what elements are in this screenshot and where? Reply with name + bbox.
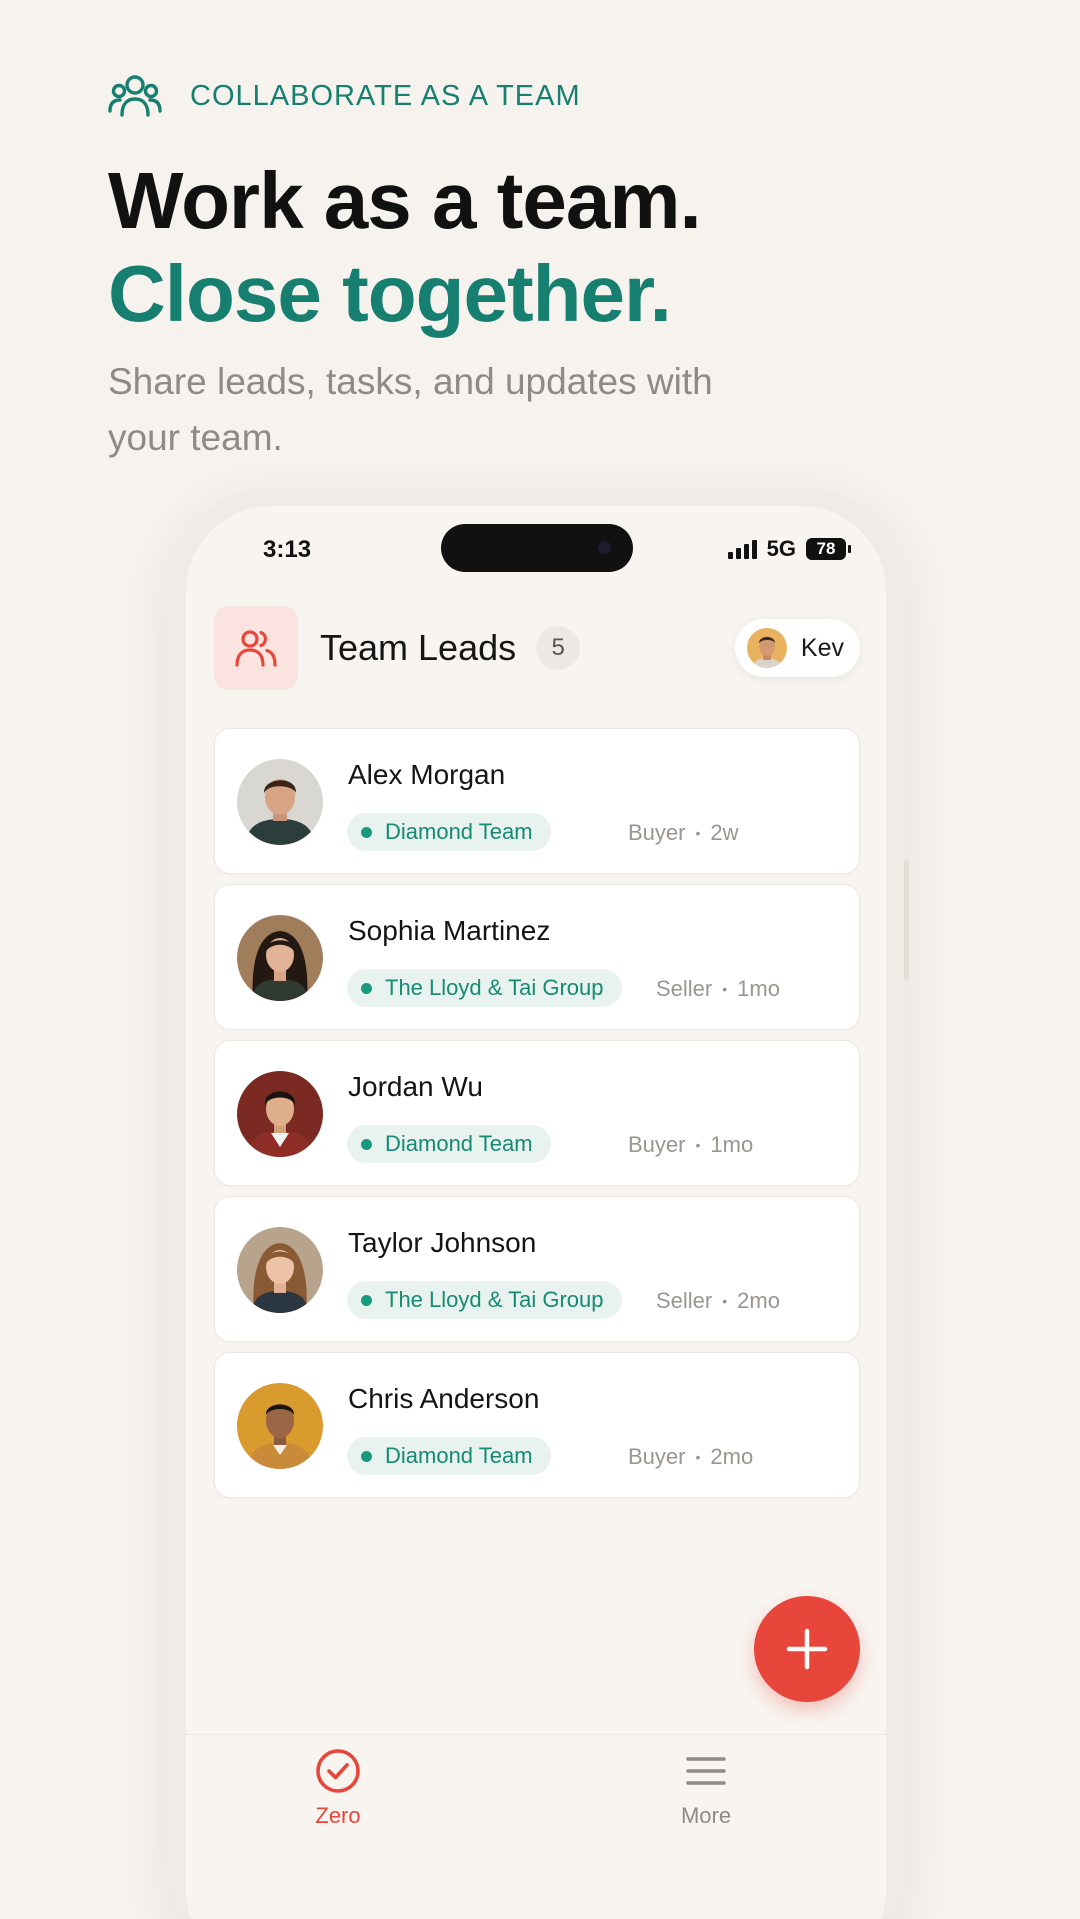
lead-avatar [237, 759, 323, 845]
lead-type: Buyer [628, 1132, 686, 1157]
lead-avatar [237, 1071, 323, 1157]
meta-separator: • [695, 825, 701, 841]
nav-item-zero[interactable]: Zero [258, 1747, 418, 1829]
check-circle-icon [316, 1749, 360, 1793]
battery-level: 78 [816, 539, 836, 558]
lead-name: Sophia Martinez [348, 915, 551, 946]
lead-avatar [237, 1383, 323, 1469]
lead-card[interactable]: Alex Morgan Diamond Team Buyer • 2w [214, 728, 860, 874]
team-dot-icon [361, 1138, 372, 1150]
page-title: Team Leads [320, 627, 517, 668]
status-time: 3:13 [263, 536, 312, 563]
team-badge: The Lloyd & Tai Group [347, 1281, 622, 1319]
app-header: Team Leads 5 Kev [214, 606, 860, 690]
team-badge: Diamond Team [347, 1125, 551, 1163]
lead-age: 1mo [737, 976, 780, 1001]
lead-card[interactable]: Sophia Martinez The Lloyd & Tai Group Se… [214, 884, 860, 1030]
bottom-nav: Zero More [186, 1734, 886, 1919]
team-dot-icon [361, 826, 372, 838]
lead-age: 1mo [710, 1132, 754, 1157]
dynamic-island [441, 524, 633, 572]
headline-line-2: Close together. [108, 249, 672, 338]
eyebrow: COLLABORATE AS A TEAM [108, 70, 1008, 122]
nav-item-more[interactable]: More [626, 1747, 786, 1829]
lead-meta: Buyer • 2w [628, 820, 739, 846]
lead-card[interactable]: Taylor Johnson The Lloyd & Tai Group Sel… [214, 1196, 860, 1342]
phone-screen: 3:13 5G 78 Team Leads 5 Kev Alex Morgan … [186, 506, 886, 1919]
user-name: Kev [800, 633, 844, 662]
nav-label-more: More [680, 1803, 732, 1828]
eyebrow-label: COLLABORATE AS A TEAM [190, 79, 581, 112]
user-switcher[interactable]: Kev [734, 619, 860, 677]
team-name: The Lloyd & Tai Group [385, 1287, 604, 1312]
battery-icon: 78 [806, 538, 851, 560]
meta-separator: • [722, 981, 728, 997]
lead-list: Alex Morgan Diamond Team Buyer • 2w Soph… [214, 728, 860, 1508]
plus-icon [786, 1628, 828, 1670]
lead-age: 2mo [737, 1288, 780, 1313]
add-lead-button[interactable] [754, 1596, 860, 1702]
lead-avatar [237, 1227, 323, 1313]
headline-line-1: Work as a team. [108, 156, 702, 245]
team-name: The Lloyd & Tai Group [385, 975, 604, 1000]
lead-name: Alex Morgan [348, 759, 506, 790]
promo-header: COLLABORATE AS A TEAM Work as a team. Cl… [108, 70, 1008, 466]
lead-meta: Seller • 1mo [656, 976, 780, 1002]
team-dot-icon [361, 1450, 372, 1462]
lead-card[interactable]: Chris Anderson Diamond Team Buyer • 2mo [214, 1352, 860, 1498]
lead-card[interactable]: Jordan Wu Diamond Team Buyer • 1mo [214, 1040, 860, 1186]
meta-separator: • [695, 1137, 701, 1153]
team-name: Diamond Team [385, 1131, 533, 1156]
team-dot-icon [361, 1294, 372, 1306]
lead-type: Seller [656, 976, 713, 1001]
nav-label-zero: Zero [315, 1803, 361, 1828]
user-avatar [746, 628, 787, 668]
lead-age: 2mo [710, 1444, 754, 1469]
lead-meta: Seller • 2mo [656, 1288, 780, 1314]
team-dot-icon [361, 982, 372, 994]
network-type: 5G [766, 536, 796, 561]
team-badge: Diamond Team [347, 1437, 551, 1475]
phone-side-button [904, 860, 909, 980]
lead-age: 2w [710, 820, 739, 845]
lead-meta: Buyer • 1mo [628, 1132, 753, 1158]
team-badge: Diamond Team [347, 813, 551, 851]
lead-name: Taylor Johnson [348, 1227, 537, 1258]
team-leads-icon [235, 630, 277, 667]
team-name: Diamond Team [385, 819, 533, 844]
team-badge: The Lloyd & Tai Group [347, 969, 622, 1007]
lead-meta: Buyer • 2mo [628, 1444, 753, 1470]
team-icon [108, 75, 162, 117]
lead-count-badge: 5 [536, 626, 581, 670]
lead-name: Chris Anderson [348, 1383, 540, 1414]
lead-type: Buyer [628, 820, 686, 845]
lead-type: Seller [656, 1288, 713, 1313]
meta-separator: • [722, 1293, 728, 1309]
lead-name: Jordan Wu [348, 1071, 483, 1102]
camera-icon [598, 541, 611, 554]
meta-separator: • [695, 1449, 701, 1465]
team-name: Diamond Team [385, 1443, 533, 1468]
lead-type: Buyer [628, 1444, 686, 1469]
lead-avatar [237, 915, 323, 1001]
subheadline: Share leads, tasks, and updates with you… [108, 361, 713, 458]
status-indicators: 5G 78 [727, 536, 851, 562]
menu-icon [686, 1757, 726, 1785]
signal-icon [727, 539, 757, 559]
team-leads-icon-container [214, 606, 298, 690]
